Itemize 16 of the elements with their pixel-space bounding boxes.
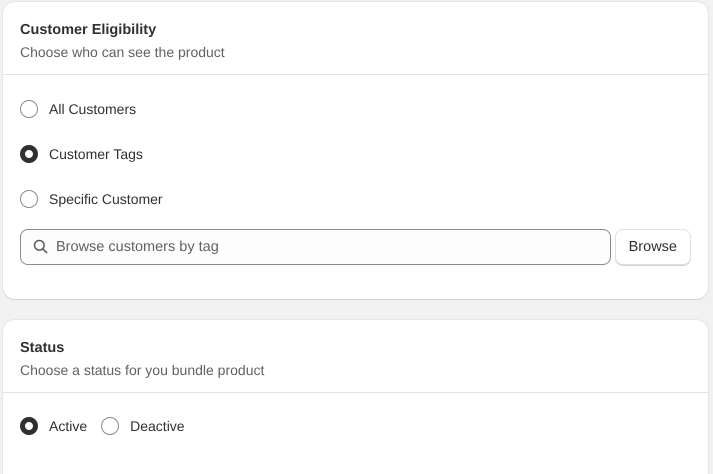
radio-option[interactable]: Specific Customer xyxy=(20,189,691,209)
search-field[interactable]: Browse customers by tag xyxy=(20,229,611,265)
radio-button[interactable] xyxy=(20,190,38,208)
card-title: Customer Eligibility xyxy=(20,21,158,40)
card-subtitle: Choose who can see the product xyxy=(20,43,226,62)
card-title: Status xyxy=(20,339,66,358)
radio-button[interactable] xyxy=(101,417,120,435)
radio-option[interactable]: Active xyxy=(20,416,88,436)
radio-option[interactable]: Customer Tags xyxy=(20,144,691,164)
radio-button[interactable] xyxy=(20,100,38,118)
browse-button[interactable]: Browse xyxy=(614,229,691,265)
radio-button[interactable] xyxy=(20,145,38,163)
radio-option[interactable]: Deactive xyxy=(101,416,185,436)
radio-button[interactable] xyxy=(20,417,38,435)
card-subtitle: Choose a status for you bundle product xyxy=(20,361,266,380)
radio-option[interactable]: All Customers xyxy=(20,99,691,119)
